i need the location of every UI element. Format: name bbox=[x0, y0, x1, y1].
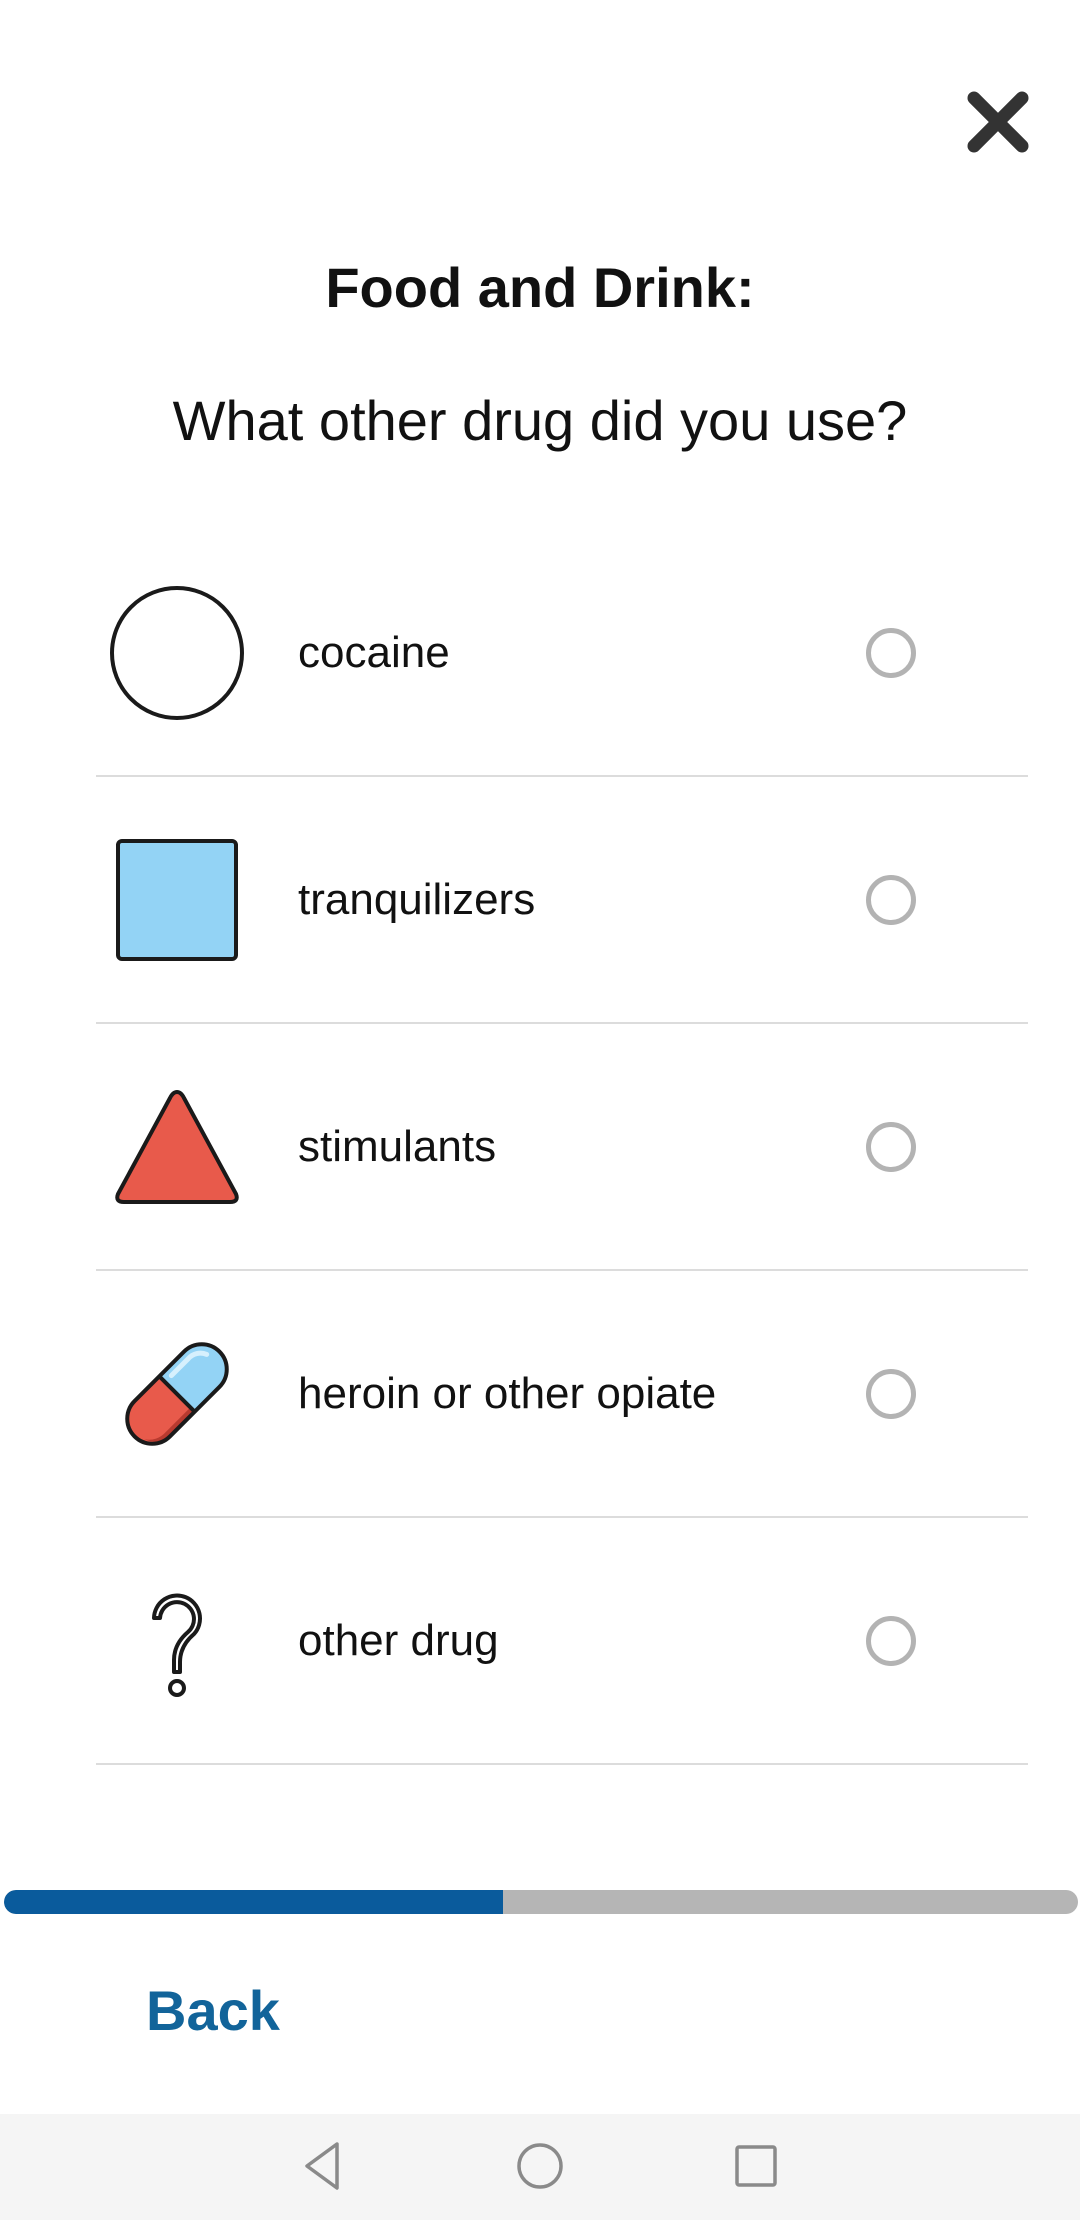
option-tranquilizers[interactable]: tranquilizers bbox=[96, 777, 1028, 1024]
section-title: Food and Drink: bbox=[325, 256, 755, 319]
radio-button[interactable] bbox=[866, 627, 916, 678]
survey-screen: Food and Drink: What other drug did you … bbox=[0, 0, 1080, 2220]
close-button[interactable] bbox=[964, 88, 1032, 156]
back-button[interactable]: Back bbox=[146, 1978, 280, 2043]
close-icon bbox=[967, 91, 1029, 153]
nav-back-button[interactable] bbox=[293, 2136, 353, 2196]
options-list: cocaine tranquilizers stimulants heroin … bbox=[96, 530, 1028, 1765]
option-stimulants[interactable]: stimulants bbox=[96, 1024, 1028, 1271]
nav-recents-icon bbox=[735, 2145, 777, 2187]
radio-button[interactable] bbox=[866, 1368, 916, 1419]
progress-bar bbox=[4, 1890, 1078, 1914]
option-label: tranquilizers bbox=[298, 874, 536, 924]
option-cocaine[interactable]: cocaine bbox=[96, 530, 1028, 777]
radio-button[interactable] bbox=[866, 1121, 916, 1172]
nav-home-icon bbox=[517, 2143, 563, 2189]
option-label: cocaine bbox=[298, 627, 450, 677]
nav-home-button[interactable] bbox=[510, 2136, 570, 2196]
option-other-drug[interactable]: other drug bbox=[96, 1518, 1028, 1765]
option-label: other drug bbox=[298, 1615, 499, 1665]
nav-back-icon bbox=[305, 2142, 339, 2190]
pill-icon bbox=[108, 1325, 246, 1463]
radio-button[interactable] bbox=[866, 1615, 916, 1666]
nav-recents-button[interactable] bbox=[726, 2136, 786, 2196]
circle-icon bbox=[108, 584, 246, 722]
progress-fill bbox=[4, 1890, 504, 1914]
option-heroin-or-other-opiate[interactable]: heroin or other opiate bbox=[96, 1271, 1028, 1518]
option-label: stimulants bbox=[298, 1121, 497, 1171]
question-mark-icon bbox=[108, 1572, 246, 1710]
radio-button[interactable] bbox=[866, 874, 916, 925]
square-icon bbox=[108, 831, 246, 969]
system-nav-bar bbox=[0, 2114, 1080, 2220]
question-text: What other drug did you use? bbox=[172, 389, 908, 452]
option-label: heroin or other opiate bbox=[298, 1368, 717, 1418]
triangle-icon bbox=[108, 1078, 246, 1216]
